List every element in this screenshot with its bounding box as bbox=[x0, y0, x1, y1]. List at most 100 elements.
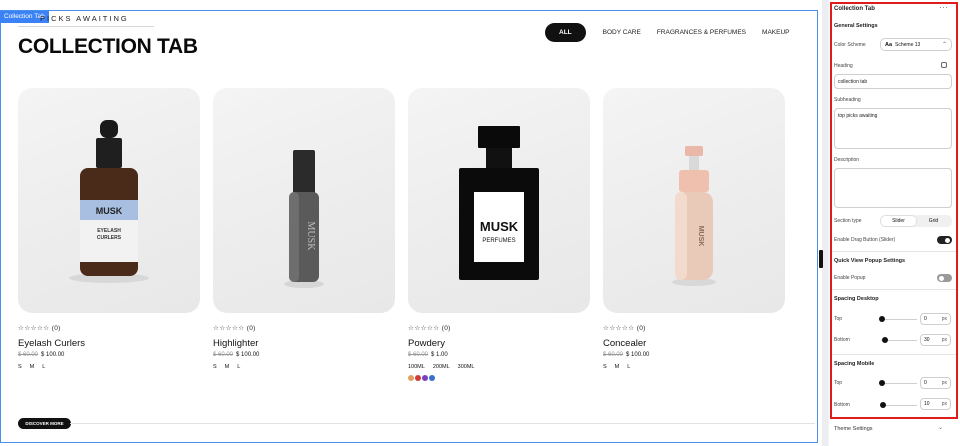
product-name[interactable]: Highlighter bbox=[213, 338, 395, 349]
subheading-textarea[interactable]: top picks awaiting bbox=[834, 108, 952, 149]
desktop-bottom-label: Bottom bbox=[834, 337, 850, 343]
product-info: ☆☆☆☆☆ (0) Highlighter $ 60.00 $ 100.00 S … bbox=[213, 324, 395, 370]
desktop-top-value: 0 bbox=[924, 316, 927, 322]
chevron-down-icon[interactable]: ⌄ bbox=[938, 424, 943, 431]
toggle-knob bbox=[939, 275, 944, 281]
svg-text:MUSK: MUSK bbox=[697, 226, 704, 247]
product-name[interactable]: Powdery bbox=[408, 338, 590, 349]
variant-option[interactable]: S bbox=[603, 364, 607, 370]
variant-option[interactable]: 300ML bbox=[458, 364, 475, 370]
svg-text:MUSK: MUSK bbox=[305, 222, 316, 252]
collection-filter-tabs: ALL BODY CARE FRAGRANCES & PERFUMES MAKE… bbox=[545, 23, 797, 42]
product-name[interactable]: Concealer bbox=[603, 338, 785, 349]
mobile-top-slider-handle[interactable] bbox=[879, 380, 885, 386]
mobile-top-label: Top bbox=[834, 380, 843, 386]
compare-price: $ 60.00 bbox=[18, 352, 39, 358]
heading-input[interactable]: collection tab bbox=[834, 74, 952, 89]
product-info: ☆☆☆☆☆ (0) Powdery $ 60.00 $ 1.00 100ML 20… bbox=[408, 324, 590, 381]
desktop-bottom-value: 30 bbox=[924, 337, 930, 343]
product-card[interactable]: MUSK ☆☆☆☆☆ (0) Concealer $ 60.00 $ 100.00… bbox=[603, 88, 785, 370]
product-image[interactable]: MUSK bbox=[213, 88, 395, 313]
product-name[interactable]: Eyelash Curlers bbox=[18, 338, 200, 349]
desktop-bottom-slider-handle[interactable] bbox=[882, 337, 888, 343]
product-image[interactable]: MUSK EYELASH CURLERS bbox=[18, 88, 200, 313]
color-swatch[interactable] bbox=[429, 375, 435, 381]
variant-option[interactable]: 100ML bbox=[408, 364, 425, 370]
unit-label: px bbox=[941, 401, 947, 407]
compare-price: $ 60.00 bbox=[603, 352, 624, 358]
compare-price: $ 60.00 bbox=[213, 352, 234, 358]
resize-handle[interactable] bbox=[819, 250, 823, 268]
dynamic-source-icon[interactable] bbox=[941, 62, 947, 68]
font-icon: Aa bbox=[885, 41, 893, 48]
product-info: ☆☆☆☆☆ (0) Concealer $ 60.00 $ 100.00 S M … bbox=[603, 324, 785, 370]
drag-button-toggle[interactable] bbox=[937, 236, 952, 244]
variant-option[interactable]: L bbox=[627, 364, 630, 370]
theme-settings-link[interactable]: Theme Settings bbox=[834, 426, 873, 432]
unit-label: px bbox=[941, 380, 947, 386]
tab-makeup[interactable]: MAKEUP bbox=[754, 23, 797, 42]
desktop-top-input[interactable]: 0 px bbox=[920, 313, 951, 325]
heading-label: Heading bbox=[834, 63, 853, 69]
tab-body-care[interactable]: BODY CARE bbox=[595, 23, 649, 42]
description-textarea[interactable] bbox=[834, 168, 952, 208]
color-scheme-select[interactable]: Aa Scheme 13 ⌃ bbox=[880, 38, 952, 51]
variant-option[interactable]: M bbox=[225, 364, 230, 370]
subheading-label: Subheading bbox=[834, 97, 861, 103]
product-image[interactable]: MUSK PERFUMES bbox=[408, 88, 590, 313]
spacing-mobile-title: Spacing Mobile bbox=[834, 361, 875, 367]
tab-all[interactable]: ALL bbox=[545, 23, 586, 42]
rating: ☆☆☆☆☆ (0) bbox=[603, 324, 785, 332]
more-horizontal-icon[interactable]: ··· bbox=[939, 3, 949, 12]
mobile-bottom-input[interactable]: 10 px bbox=[920, 398, 951, 410]
review-count: (0) bbox=[441, 325, 451, 332]
mobile-top-input[interactable]: 0 px bbox=[920, 377, 951, 389]
product-prices: $ 60.00 $ 100.00 bbox=[213, 352, 395, 358]
mobile-top-slider[interactable] bbox=[881, 383, 917, 384]
color-swatch[interactable] bbox=[408, 375, 414, 381]
product-card[interactable]: MUSK EYELASH CURLERS ☆☆☆☆☆ (0) Eyelash C… bbox=[18, 88, 200, 370]
rating: ☆☆☆☆☆ (0) bbox=[18, 324, 200, 332]
desktop-bottom-input[interactable]: 30 px bbox=[920, 334, 951, 346]
panel-divider bbox=[832, 251, 956, 252]
variant-options: 100ML 200ML 300ML bbox=[408, 364, 590, 370]
variant-option[interactable]: S bbox=[18, 364, 22, 370]
variant-option[interactable]: M bbox=[615, 364, 620, 370]
color-scheme-value: Scheme 13 bbox=[895, 41, 921, 48]
variant-option[interactable]: M bbox=[30, 364, 35, 370]
section-type-slider[interactable]: Slider bbox=[881, 216, 916, 226]
mobile-bottom-slider-handle[interactable] bbox=[880, 402, 886, 408]
variant-options: S M L bbox=[213, 364, 395, 370]
product-prices: $ 60.00 $ 100.00 bbox=[603, 352, 785, 358]
svg-text:MUSK: MUSK bbox=[96, 206, 123, 216]
discover-more-button[interactable]: DISCOVER MORE bbox=[18, 418, 71, 429]
sale-price: $ 1.00 bbox=[431, 352, 448, 358]
desktop-top-slider-handle[interactable] bbox=[879, 316, 885, 322]
tab-fragrances-perfumes[interactable]: FRAGRANCES & PERFUMES bbox=[649, 23, 754, 42]
review-count: (0) bbox=[636, 325, 646, 332]
quick-view-title: Quick View Popup Settings bbox=[834, 258, 906, 264]
product-card[interactable]: MUSK PERFUMES ☆☆☆☆☆ (0) Powdery $ 60.00 $… bbox=[408, 88, 590, 381]
spray-bottle-illustration: MUSK bbox=[284, 150, 324, 288]
mobile-bottom-slider[interactable] bbox=[881, 405, 917, 406]
product-image[interactable]: MUSK bbox=[603, 88, 785, 313]
color-swatch[interactable] bbox=[415, 375, 421, 381]
drag-button-label: Enable Drag Button (Slider) bbox=[834, 237, 896, 243]
variant-option[interactable]: L bbox=[42, 364, 45, 370]
desktop-top-slider[interactable] bbox=[881, 319, 917, 320]
enable-popup-toggle[interactable] bbox=[937, 274, 952, 282]
svg-text:MUSK: MUSK bbox=[480, 219, 519, 234]
variant-option[interactable]: L bbox=[237, 364, 240, 370]
discover-divider bbox=[70, 423, 815, 424]
general-settings-title: General Settings bbox=[834, 23, 878, 29]
color-swatch[interactable] bbox=[422, 375, 428, 381]
mobile-top-value: 0 bbox=[924, 380, 927, 386]
section-type-grid[interactable]: Grid bbox=[916, 216, 951, 226]
product-card[interactable]: MUSK ☆☆☆☆☆ (0) Highlighter $ 60.00 $ 100.… bbox=[213, 88, 395, 370]
variant-option[interactable]: 200ML bbox=[433, 364, 450, 370]
sale-price: $ 100.00 bbox=[626, 352, 650, 358]
description-label: Description bbox=[834, 157, 860, 163]
pump-bottle-illustration: MUSK bbox=[672, 146, 716, 286]
subheading-rule bbox=[18, 26, 154, 27]
variant-option[interactable]: S bbox=[213, 364, 217, 370]
